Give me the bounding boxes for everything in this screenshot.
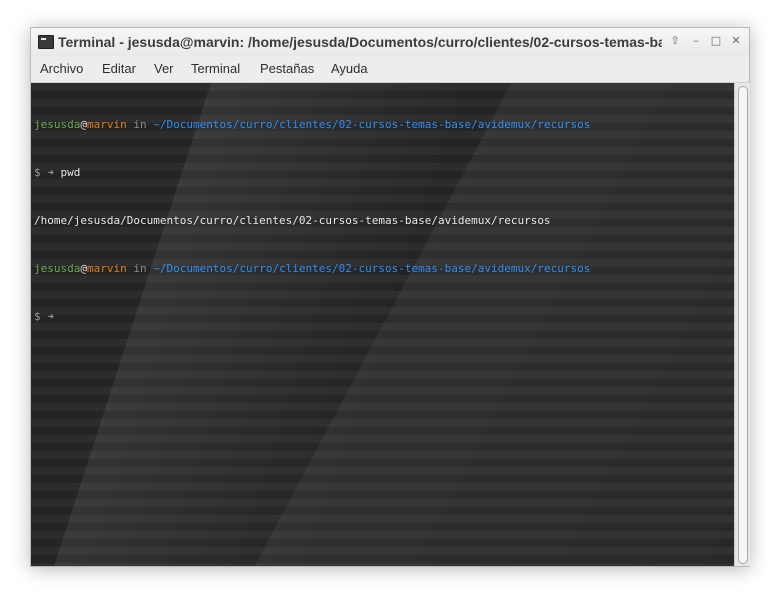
window-title: Terminal - jesusda@marvin: /home/jesusda… xyxy=(58,34,662,50)
prompt-user: jesusda xyxy=(34,262,81,275)
command-text: pwd xyxy=(60,166,81,179)
maximize-icon[interactable]: □ xyxy=(709,34,723,48)
menu-editar[interactable]: Editar xyxy=(102,60,136,78)
terminal-area[interactable]: jesusda@marvin in ~/Documentos/curro/cli… xyxy=(31,83,734,566)
prompt-in: in xyxy=(126,118,154,131)
menu-terminal[interactable]: Terminal xyxy=(191,60,240,78)
prompt-in: in xyxy=(126,262,154,275)
prompt-symbol: $ ➜ xyxy=(34,310,61,323)
vertical-scrollbar[interactable] xyxy=(734,83,750,566)
prompt-user: jesusda xyxy=(34,118,81,131)
menu-pestanas[interactable]: Pestañas xyxy=(260,60,314,78)
prompt-symbol: $ ➜ xyxy=(34,166,61,179)
prompt-path: ~/Documentos/curro/clientes/02-cursos-te… xyxy=(153,262,591,275)
output-line: /home/jesusda/Documentos/curro/clientes/… xyxy=(34,214,551,227)
prompt-at: @ xyxy=(80,262,87,275)
menu-ver[interactable]: Ver xyxy=(154,60,174,78)
sticky-window-icon[interactable]: ⇧ xyxy=(668,34,682,48)
prompt-line: jesusda@marvin in ~/Documentos/curro/cli… xyxy=(34,261,734,277)
prompt-at: @ xyxy=(80,118,87,131)
menu-ayuda[interactable]: Ayuda xyxy=(331,60,368,78)
scrollbar-thumb[interactable] xyxy=(738,86,748,564)
command-line: $ ➜ pwd xyxy=(34,165,734,181)
command-line: $ ➜ xyxy=(34,309,734,325)
prompt-path: ~/Documentos/curro/clientes/02-cursos-te… xyxy=(153,118,591,131)
close-icon[interactable]: ✕ xyxy=(729,34,743,48)
minimize-icon[interactable]: – xyxy=(689,34,703,48)
terminal-window: Terminal - jesusda@marvin: /home/jesusda… xyxy=(30,27,750,567)
prompt-host: marvin xyxy=(86,262,127,275)
prompt-host: marvin xyxy=(86,118,127,131)
terminal-app-icon xyxy=(38,35,54,49)
prompt-line: jesusda@marvin in ~/Documentos/curro/cli… xyxy=(34,117,734,133)
menu-archivo[interactable]: Archivo xyxy=(40,60,83,78)
menu-bar: Archivo Editar Ver Terminal Pestañas Ayu… xyxy=(31,56,749,83)
title-bar[interactable]: Terminal - jesusda@marvin: /home/jesusda… xyxy=(31,28,749,57)
